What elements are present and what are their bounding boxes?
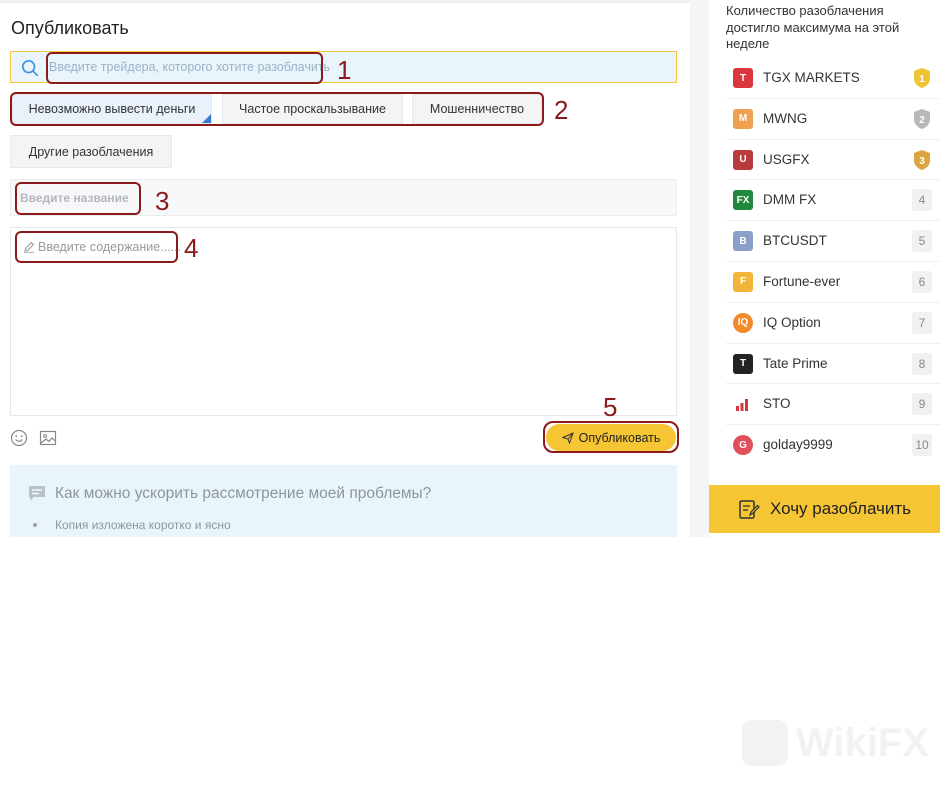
help-box: Как можно ускорить рассмотрение моей про…: [10, 465, 677, 537]
rank-badge: 4: [912, 189, 932, 212]
silver-medal-icon: 2: [912, 108, 932, 130]
annotation-number-1: 1: [337, 55, 352, 85]
broker-logo-icon: IQ: [733, 312, 753, 333]
bar-chart-logo-icon: [733, 394, 753, 415]
annotation-box-2: [10, 92, 544, 126]
broker-logo-icon: U: [733, 149, 753, 170]
sidebar-heading: Количество разоблачения достигло максиму…: [726, 3, 900, 51]
annotation-box-4: [15, 231, 178, 263]
broker-logo-icon: T: [733, 353, 753, 374]
ranking-list: T TGX MARKETS 1 M MWNG 2 U USGFX 3 FX DM…: [726, 58, 940, 466]
ranking-item-dmm-fx[interactable]: FX DMM FX 4: [726, 180, 940, 222]
chat-icon: [29, 486, 45, 501]
tab-other-exposures[interactable]: Другие разоблачения: [10, 135, 172, 168]
bronze-medal-icon: 3: [912, 149, 932, 171]
annotation-box-3: [15, 182, 141, 215]
bullet-dot: [33, 523, 37, 527]
ranking-item-golday9999[interactable]: G golday9999 10: [726, 425, 940, 466]
rank-badge: 8: [912, 352, 932, 375]
rank-badge: 9: [912, 393, 932, 416]
rank-badge: 7: [912, 311, 932, 334]
gold-medal-icon: 1: [912, 67, 932, 89]
ranking-item-btcusdt[interactable]: B BTCUSDT 5: [726, 221, 940, 262]
ranking-item-fortune-ever[interactable]: F Fortune-ever 6: [726, 262, 940, 303]
broker-logo-icon: G: [733, 435, 753, 456]
watermark: WikiFX: [742, 720, 929, 766]
rank-badge: 5: [912, 230, 932, 253]
annotation-box-5: [543, 421, 679, 453]
want-to-expose-button[interactable]: Хочу разоблачить: [709, 485, 940, 533]
help-tip: Копия изложена коротко и ясно: [55, 518, 231, 532]
search-icon: [21, 59, 39, 77]
broker-logo-icon: T: [733, 68, 753, 88]
broker-logo-icon: FX: [733, 190, 753, 211]
svg-text:1: 1: [919, 74, 925, 85]
top-divider: [0, 0, 690, 3]
page-title: Опубликовать: [11, 18, 129, 38]
broker-logo-icon: F: [733, 271, 753, 292]
broker-logo-icon: B: [733, 231, 753, 252]
ranking-item-mwng[interactable]: M MWNG 2: [726, 99, 940, 140]
ranking-item-iq-option[interactable]: IQ IQ Option 7: [726, 303, 940, 344]
annotation-number-3: 3: [155, 186, 170, 216]
broker-logo-icon: M: [733, 108, 753, 129]
image-upload-icon[interactable]: [39, 429, 57, 447]
svg-text:2: 2: [919, 115, 925, 126]
ranking-item-tgx-markets[interactable]: T TGX MARKETS 1: [726, 58, 940, 99]
edit-note-icon: [739, 500, 760, 519]
help-question: Как можно ускорить рассмотрение моей про…: [55, 485, 432, 502]
rank-badge: 10: [912, 434, 932, 457]
watermark-logo-icon: [742, 720, 788, 766]
annotation-number-2: 2: [554, 95, 569, 125]
ranking-item-usgfx[interactable]: U USGFX 3: [726, 140, 940, 181]
annotation-number-5: 5: [603, 392, 618, 422]
ranking-item-sto[interactable]: STO 9: [726, 384, 940, 426]
ranking-item-tate-prime[interactable]: T Tate Prime 8: [726, 344, 940, 385]
rank-badge: 6: [912, 270, 932, 293]
sidebar-gutter: [690, 0, 709, 537]
svg-text:3: 3: [919, 156, 925, 167]
annotation-box-1: [46, 52, 323, 84]
emoji-icon[interactable]: [10, 429, 28, 447]
annotation-number-4: 4: [184, 233, 199, 263]
